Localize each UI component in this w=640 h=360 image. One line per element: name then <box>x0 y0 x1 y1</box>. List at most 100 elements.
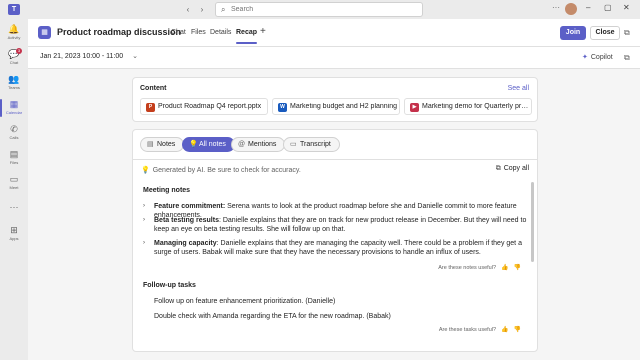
copilot-icon: ✦ <box>582 54 588 61</box>
rail-label: Teams <box>8 85 20 90</box>
teams-logo-icon: T <box>8 4 20 15</box>
tab-recap[interactable]: Recap <box>236 29 258 44</box>
follow-up-title: Follow-up tasks <box>143 282 196 289</box>
date-row: Jan 21, 2023 10:00 - 11:00 ⌄ ✦ Copilot ⧉ <box>28 47 640 69</box>
thumbs-up-icon[interactable]: 👍 <box>501 265 508 271</box>
title-bar: T ‹ › ⌕ ··· – ▢ ✕ <box>0 0 640 19</box>
close-button[interactable]: Close <box>590 26 620 40</box>
see-all-link[interactable]: See all <box>508 85 529 92</box>
divider <box>133 159 537 160</box>
task-item[interactable]: Follow up on feature enhancement priorit… <box>154 298 335 305</box>
search-icon: ⌕ <box>221 5 226 14</box>
tab-chat[interactable]: Chat <box>171 29 186 36</box>
task-item[interactable]: Double check with Amanda regarding the E… <box>154 313 391 320</box>
tab-mentions[interactable]: @ Mentions <box>231 137 286 152</box>
rail-item-calls[interactable]: ✆ Calls <box>0 121 28 147</box>
rail-item-activity[interactable]: 🔔 Activity <box>0 21 28 47</box>
copy-all-button[interactable]: ⧉ Copy all <box>496 165 529 173</box>
rail-item-chat[interactable]: 💬 Chat 3 <box>0 46 28 72</box>
tab-notes[interactable]: ▤ Notes <box>140 137 185 152</box>
rail-item-teams[interactable]: 👥 Teams <box>0 71 28 97</box>
file-chip[interactable]: ▶ Marketing demo for Quarterly product u… <box>404 98 532 115</box>
rail-label: Files <box>9 160 19 165</box>
pop-out-icon[interactable]: ⧉ <box>624 28 630 38</box>
file-name: Product Roadmap Q4 report.pptx <box>158 103 262 110</box>
bell-icon: 🔔 <box>8 24 20 34</box>
rail-item-calendar[interactable]: ▦ Calendar <box>0 96 28 122</box>
notes-icon: ▤ <box>147 141 154 148</box>
file-name: Marketing demo for Quarterly product upd… <box>422 103 530 110</box>
chevron-right-icon: › <box>143 217 145 223</box>
maximize-icon[interactable]: ▢ <box>604 3 612 12</box>
rail-label: Calendar <box>5 110 23 115</box>
search-input[interactable] <box>231 4 411 15</box>
rail-item-meet[interactable]: ▭ Meet <box>0 171 28 197</box>
copilot-button[interactable]: ✦ Copilot <box>582 53 613 61</box>
tasks-feedback: Are these tasks useful? 👍 👎 <box>439 326 521 333</box>
meeting-header: ▦ Product roadmap discussion Chat Files … <box>28 19 640 47</box>
tab-details[interactable]: Details <box>210 29 231 36</box>
note-heading: Feature commitment: <box>154 203 226 210</box>
copy-all-label: Copy all <box>503 165 529 172</box>
word-icon: W <box>278 103 287 112</box>
tab-all-notes[interactable]: 💡 All notes <box>182 137 235 152</box>
join-button[interactable]: Join <box>560 26 586 40</box>
tab-files[interactable]: Files <box>191 29 206 36</box>
pop-out-icon[interactable]: ⧉ <box>624 53 630 63</box>
teams-icon: 👥 <box>8 74 20 84</box>
calendar-icon: ▦ <box>9 99 19 109</box>
rail-item-apps[interactable]: ⊞ Apps <box>0 222 28 248</box>
transcript-icon: ▭ <box>290 141 297 148</box>
chat-icon: 💬 <box>8 49 20 59</box>
more-options-icon[interactable]: ··· <box>552 3 560 12</box>
pill-label: Transcript <box>300 141 331 148</box>
file-chip[interactable]: W Marketing budget and H2 planning <box>272 98 400 115</box>
date-range-text: Jan 21, 2023 10:00 - 11:00 <box>40 53 124 60</box>
rail-label: Meet <box>9 185 19 190</box>
thumbs-up-icon[interactable]: 👍 <box>501 327 508 333</box>
avatar[interactable] <box>565 3 577 15</box>
apps-icon: ⊞ <box>10 225 18 235</box>
file-chip[interactable]: P Product Roadmap Q4 report.pptx <box>140 98 268 115</box>
file-name: Marketing budget and H2 planning <box>290 103 398 110</box>
forward-arrow-icon[interactable]: › <box>197 4 207 15</box>
calendar-icon: ▦ <box>38 26 51 39</box>
search-box[interactable]: ⌕ <box>215 2 423 17</box>
thumbs-down-icon[interactable]: 👎 <box>514 265 521 271</box>
tab-transcript[interactable]: ▭ Transcript <box>283 137 340 152</box>
minimize-icon[interactable]: – <box>586 3 590 12</box>
feedback-question: Are these notes useful? <box>438 265 497 271</box>
note-item[interactable]: › Managing capacity: Danielle explains th… <box>141 239 527 257</box>
file-icon: ▤ <box>9 149 19 159</box>
chevron-right-icon: › <box>143 203 145 209</box>
phone-icon: ✆ <box>10 124 18 134</box>
pill-label: All notes <box>199 141 226 148</box>
notes-feedback: Are these notes useful? 👍 👎 <box>438 264 521 271</box>
add-tab-button[interactable]: + <box>260 26 266 37</box>
left-rail: 🔔 Activity 💬 Chat 3 👥 Teams ▦ Calendar ✆… <box>0 19 28 360</box>
date-range-selector[interactable]: Jan 21, 2023 10:00 - 11:00 ⌄ <box>40 52 138 60</box>
scrollbar[interactable] <box>531 182 534 262</box>
copilot-label: Copilot <box>590 54 613 61</box>
lightbulb-icon: 💡 <box>189 141 198 148</box>
rail-item-files[interactable]: ▤ Files <box>0 146 28 172</box>
ai-disclaimer: 💡 Generated by AI. Be sure to check for a… <box>141 166 301 174</box>
thumbs-down-icon[interactable]: 👎 <box>514 327 521 333</box>
note-item[interactable]: › Beta testing results: Danielle explains… <box>141 216 527 234</box>
chevron-down-icon: ⌄ <box>132 53 139 60</box>
note-heading: Beta testing results <box>154 217 219 224</box>
back-arrow-icon[interactable]: ‹ <box>183 4 193 15</box>
rail-label: Apps <box>9 236 19 241</box>
notes-card: ▤ Notes 💡 All notes @ Mentions ▭ Transcript … <box>132 129 538 352</box>
copy-icon: ⧉ <box>495 165 501 172</box>
rail-label: Activity <box>7 35 21 40</box>
content-card: Content See all P Product Roadmap Q4 rep… <box>132 77 538 122</box>
content-title: Content <box>140 85 167 92</box>
meeting-notes-title: Meeting notes <box>143 187 191 194</box>
close-window-icon[interactable]: ✕ <box>623 3 630 12</box>
video-file-icon: ▶ <box>410 103 419 112</box>
powerpoint-icon: P <box>146 103 155 112</box>
pill-label: Notes <box>157 141 176 148</box>
feedback-question: Are these tasks useful? <box>438 327 497 333</box>
chevron-right-icon: › <box>143 240 145 246</box>
